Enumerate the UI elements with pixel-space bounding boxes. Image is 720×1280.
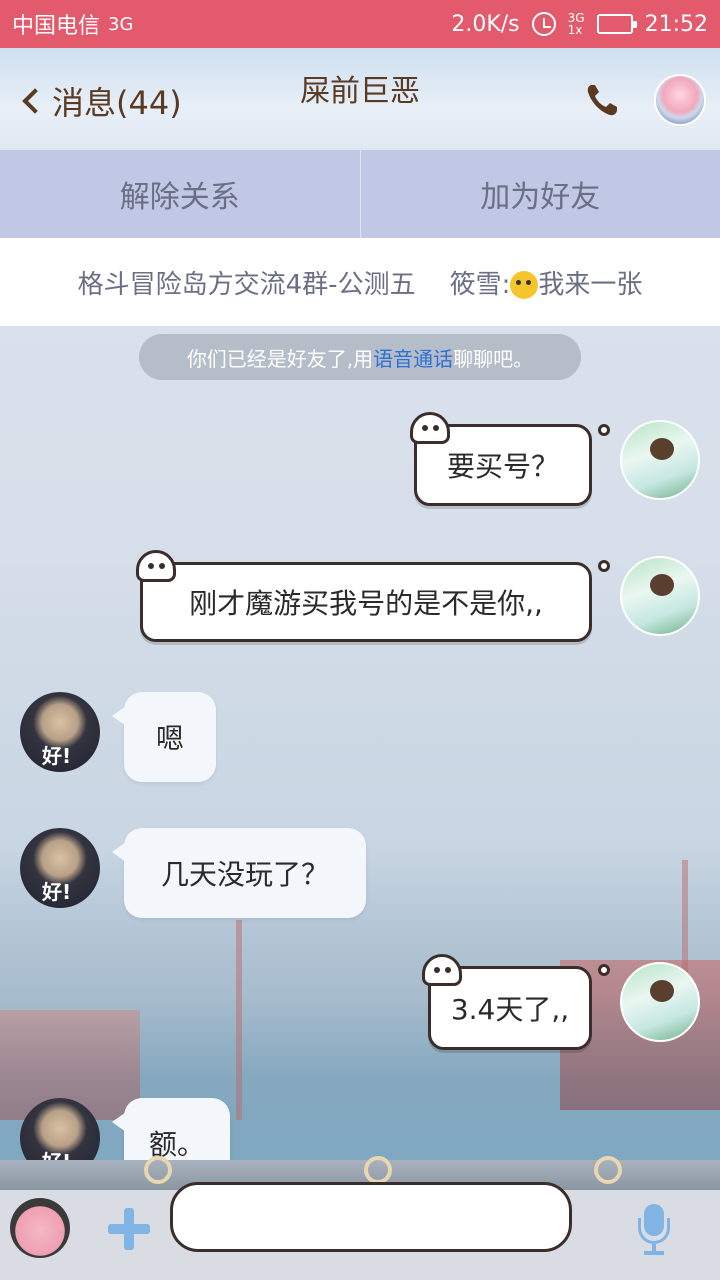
- microphone-icon[interactable]: [636, 1204, 672, 1256]
- plus-icon[interactable]: [108, 1208, 150, 1250]
- message-text: 3.4天了,,: [450, 993, 570, 1026]
- signal-icon: 3G 1x: [568, 12, 585, 36]
- system-tip: 你们已经是好友了,用 语音通话 聊聊吧。: [139, 334, 581, 380]
- avatar[interactable]: [620, 420, 700, 500]
- lifebuoy-icon: [594, 1156, 622, 1184]
- signal-bottom-label: 1x: [567, 23, 583, 37]
- group-message-ticker[interactable]: 格斗冒险岛方交流4群-公测五 筱雪: 我来一张: [0, 238, 720, 326]
- relationship-actions: 解除关系 加为好友: [0, 150, 720, 238]
- tip-suffix: 聊聊吧。: [453, 346, 534, 371]
- message-text: 几天没玩了？: [160, 858, 329, 891]
- group-last-message: 筱雪: 我来一张: [450, 264, 643, 301]
- emoji-pig-icon[interactable]: [10, 1198, 70, 1258]
- mic-arc: [638, 1218, 670, 1244]
- avatar-text: 好!: [42, 744, 72, 768]
- carrier-label: 中国电信: [12, 14, 101, 39]
- phone-icon[interactable]: [584, 82, 620, 118]
- status-right: 2.0K/s 3G 1x 21:52: [451, 12, 708, 37]
- avatar[interactable]: 好!: [20, 828, 100, 908]
- group-name: 格斗冒险岛方交流4群-公测五: [77, 269, 416, 300]
- message-input[interactable]: [170, 1182, 572, 1252]
- avatar[interactable]: [620, 556, 700, 636]
- message-bubble[interactable]: 几天没玩了？: [112, 828, 366, 918]
- status-bar: 中国电信 3G 2.0K/s 3G 1x 21:52: [0, 0, 720, 48]
- avatar[interactable]: [620, 962, 700, 1042]
- avatar[interactable]: 好!: [20, 692, 100, 772]
- add-friend-button[interactable]: 加为好友: [359, 150, 720, 238]
- ghost-icon: [422, 954, 462, 986]
- bubble-curl-icon: [598, 560, 610, 572]
- status-left: 中国电信 3G: [12, 8, 133, 40]
- lifebuoy-icon: [144, 1156, 172, 1184]
- avatar-text: 好!: [42, 880, 72, 904]
- mic-base: [644, 1251, 664, 1255]
- emoji-icon: [510, 271, 539, 299]
- lifebuoy-icon: [364, 1156, 392, 1184]
- remove-relationship-button[interactable]: 解除关系: [0, 150, 360, 238]
- sender-name: 筱雪:: [449, 269, 511, 300]
- message-text: 我来一张: [538, 269, 643, 300]
- voice-call-link[interactable]: 语音通话: [373, 343, 453, 372]
- clock: 21:52: [644, 11, 708, 37]
- alarm-icon: [531, 12, 556, 36]
- message-text: 嗯: [155, 722, 184, 755]
- background-mast: [236, 920, 242, 1120]
- message-bubble[interactable]: 刚才魔游买我号的是不是你,,: [140, 562, 592, 642]
- message-bubble[interactable]: 嗯: [112, 692, 216, 782]
- message-text: 要买号？: [446, 450, 559, 483]
- bubble-curl-icon: [598, 424, 610, 436]
- tip-prefix: 你们已经是好友了,用: [186, 346, 374, 371]
- chat-header: 消息(44) 屎前巨恶: [0, 48, 720, 150]
- message-text: 刚才魔游买我号的是不是你,,: [189, 587, 543, 620]
- ghost-icon: [410, 412, 450, 444]
- network-speed: 2.0K/s: [451, 11, 520, 37]
- background-mast: [682, 860, 688, 980]
- pig-avatar-icon[interactable]: [654, 74, 706, 126]
- ghost-icon: [136, 550, 176, 582]
- battery-icon: [596, 14, 637, 34]
- bubble-curl-icon: [598, 964, 610, 976]
- network-type: 3G: [108, 13, 134, 35]
